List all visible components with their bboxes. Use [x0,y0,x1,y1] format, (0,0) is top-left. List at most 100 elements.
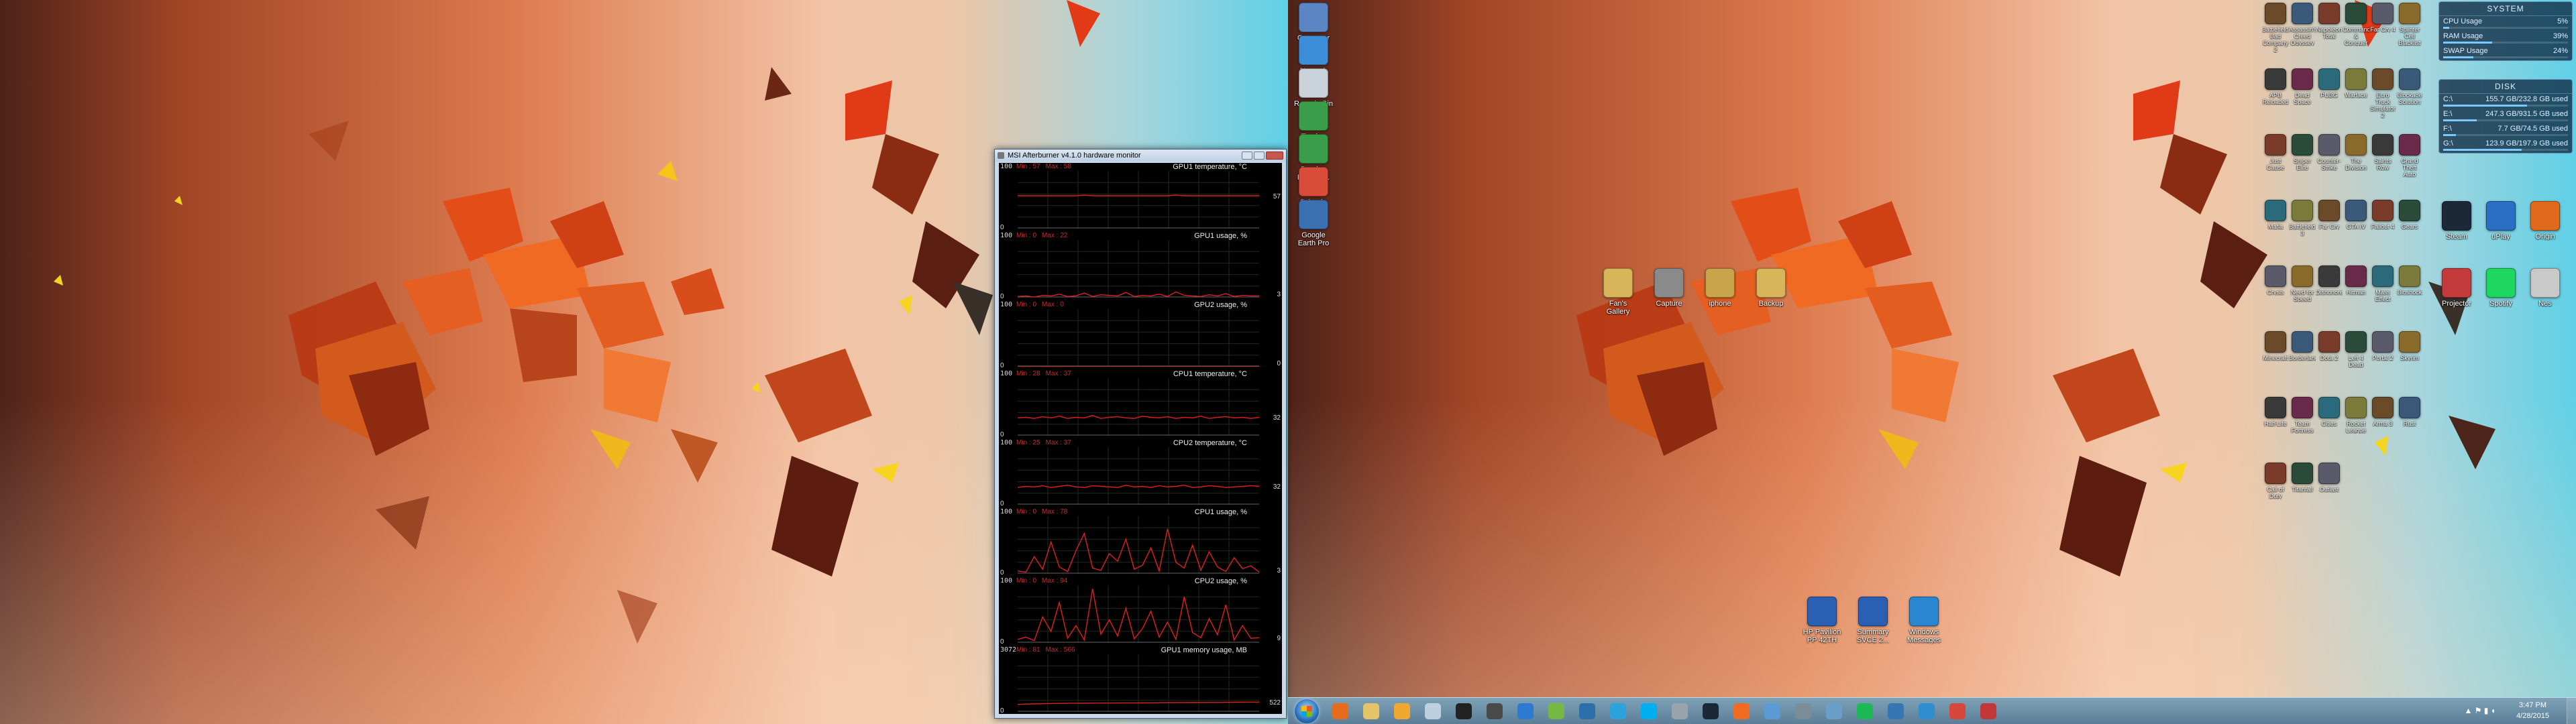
close-button[interactable] [1266,152,1283,160]
desktop-icon-projector[interactable]: Projector [2435,268,2478,308]
desktop-icon-game[interactable]: Skyrim [2396,331,2423,361]
system-tray[interactable]: ▲ ⚑ ▮ ◖ [2465,706,2496,715]
desktop-icon-game[interactable]: Assassin's Creed Odyssey [2289,3,2316,46]
graph-panel[interactable]: 100 Min : 0 Max : 94 CPU2 usage, % 9 0 [999,577,1282,646]
desktop-icon-game[interactable]: Counter-Strike [2316,134,2343,171]
taskbar-item[interactable] [1418,700,1448,723]
desktop-icon-game[interactable]: Mafia [2262,200,2289,230]
desktop-icon-game[interactable]: Arma 3 [2369,397,2396,427]
taskbar-item[interactable] [1603,700,1633,723]
taskbar-item[interactable] [1572,700,1602,723]
maximize-button[interactable] [1254,152,1265,160]
desktop-icon-game[interactable]: Bioshock [2396,265,2423,296]
desktop-icon-game[interactable]: Gears [2396,200,2423,230]
taskbar-item[interactable] [1542,700,1571,723]
desktop-icon-game[interactable]: Battlefield: Bad Company 2 [2262,3,2289,53]
desktop-icon-google-earth-pro[interactable]: Google Earth Pro [1292,200,1335,247]
monitor-graphs[interactable]: 100 Min : 57 Max : 58 GPU1 temperature, °C 5… [999,163,1282,714]
taskbar-item[interactable] [1634,700,1664,723]
taskbar-item[interactable] [1727,700,1756,723]
desktop-icon-summary-svce-2[interactable]: Summary SVCE 2... [1851,597,1894,644]
taskbar-item[interactable] [1480,700,1509,723]
desktop-icon-game[interactable]: The Division [2343,134,2369,171]
taskbar-item[interactable] [1665,700,1695,723]
graph-panel[interactable]: 3072 Min : 81 Max : 566 GPU1 memory usage, … [999,646,1282,714]
show-desktop-button[interactable] [2567,698,2576,724]
window-titlebar[interactable]: MSI Afterburner v4.1.0 hardware monitor [995,149,1286,162]
desktop-icon-game[interactable]: Grand Theft Auto [2396,134,2423,178]
desktop-icon-game[interactable]: Cities [2316,397,2343,427]
clock[interactable]: 3:47 PM 4/28/2015 [2516,700,2549,721]
desktop-icon-game[interactable]: Sniper Elite [2289,134,2316,171]
desktop-icon-game[interactable]: Euro Truck Simulator 2 [2369,68,2396,119]
desktop-icon-hp-pavilion-pp-42th[interactable]: HP Pavilion PP 42TH [1801,597,1843,644]
graph-panel[interactable]: 100 Min : 0 Max : 22 GPU1 usage, % 3 0 [999,232,1282,300]
taskbar-item[interactable] [1326,700,1355,723]
taskbar-item[interactable] [1912,700,1941,723]
desktop-icon-game[interactable]: Napoleon Total [2316,3,2343,40]
desktop-icon-game[interactable]: Saints Row [2369,134,2396,171]
desktop-icon-game[interactable]: Portal 2 [2369,331,2396,361]
desktop-icon-game[interactable]: Crysis [2262,265,2289,296]
desktop-icon-game[interactable]: Left 4 Dead [2343,331,2369,368]
desktop-icon-game[interactable]: Battlefield 3 [2289,200,2316,237]
desktop-icon-game[interactable]: Mass Effect [2369,265,2396,302]
desktop-icon-game[interactable]: Titanfall [2289,463,2316,493]
start-button[interactable] [1295,699,1319,723]
desktop-icon-game[interactable]: Rust [2396,397,2423,427]
system-gadget[interactable]: SYSTEM CPU Usage 5% RAM Usage 39% SWAP Usage… [2438,1,2573,61]
taskbar-item[interactable] [1819,700,1849,723]
taskbar-item[interactable] [1356,700,1386,723]
desktop-icon-game[interactable]: Warface [2343,68,2369,99]
desktop-icon-game[interactable]: Half-Life [2262,397,2289,427]
minimize-button[interactable] [1242,152,1252,160]
desktop-icon-game[interactable]: Blockade Solution [2396,68,2423,105]
desktop-icon-game[interactable]: Dishonored [2316,265,2343,296]
taskbar-item[interactable] [1449,700,1479,723]
taskbar-item[interactable] [1881,700,1911,723]
afterburner-window[interactable]: MSI Afterburner v4.1.0 hardware monitor … [994,149,1287,719]
desktop-icon-game[interactable]: Command & Conquer [2343,3,2369,46]
graph-panel[interactable]: 100 Min : 0 Max : 78 CPU1 usage, % 3 0 [999,508,1282,577]
taskbar-item[interactable] [1758,700,1787,723]
desktop-icon-game[interactable]: Borderlands [2289,331,2316,361]
desktop-icon-steam[interactable]: Steam [2435,201,2478,241]
desktop-icon-game[interactable]: Call of Duty [2262,463,2289,499]
graph-panel[interactable]: 100 Min : 57 Max : 58 GPU1 temperature, °C 5… [999,163,1282,231]
taskbar-item[interactable] [1511,700,1540,723]
desktop-icon-game[interactable]: PUBG [2316,68,2343,99]
desktop-icon-game[interactable]: Dead Space [2289,68,2316,105]
desktop-icon-game[interactable]: Far Cry 4 [2369,3,2396,33]
desktop-icon-game[interactable]: GTA IV [2343,200,2369,230]
taskbar-item[interactable] [1850,700,1880,723]
desktop-icon-game[interactable]: Splinter Cell Blacklist [2396,3,2423,46]
graph-panel[interactable]: 100 Min : 0 Max : 0 GPU2 usage, % 0 0 [999,301,1282,369]
desktop-icon-game[interactable]: Far Cry [2316,200,2343,230]
desktop-icon-game[interactable]: Hitman [2343,265,2369,296]
taskbar-item[interactable] [1387,700,1417,723]
taskbar-item[interactable] [1788,700,1818,723]
taskbar-item[interactable] [1974,700,2003,723]
desktop-icon-capture[interactable]: Capture [1648,268,1690,308]
desktop-icon-windows-messages[interactable]: Windows Messages [1902,597,1945,644]
desktop-icon-game[interactable]: Minecraft [2262,331,2289,361]
graph-panel[interactable]: 100 Min : 25 Max : 37 CPU2 temperature, °C 3… [999,439,1282,507]
desktop-icon-spotify[interactable]: Spotify [2479,268,2522,308]
desktop-icon-iphone[interactable]: iphone [1699,268,1741,308]
disk-gadget[interactable]: DISK C:\ 155.7 GB/232.8 GB used E:\ 247.3 G… [2438,79,2573,154]
desktop-icon-fan-s-gallery[interactable]: Fan's Gallery [1597,268,1640,316]
desktop-icon-game[interactable]: Need for Speed [2289,265,2316,302]
desktop-icon-game[interactable]: Team Fortress [2289,397,2316,434]
desktop-icon-backup[interactable]: Backup [1750,268,1792,308]
desktop-icon-game[interactable]: Rocket League [2343,397,2369,434]
desktop-icon-nes[interactable]: Nes [2524,268,2567,308]
desktop-icon-game[interactable]: Dota 2 [2316,331,2343,361]
desktop-icon-origin[interactable]: Origin [2524,201,2567,241]
desktop-icon-game[interactable]: Outlast [2316,463,2343,493]
desktop-icon-game[interactable]: Just Cause [2262,134,2289,171]
graph-panel[interactable]: 100 Min : 28 Max : 37 CPU1 temperature, °C 3… [999,370,1282,438]
desktop-icon-uplay[interactable]: uPlay [2479,201,2522,241]
desktop-icon-game[interactable]: Fallout 4 [2369,200,2396,230]
desktop-icon-game[interactable]: APB Reloaded [2262,68,2289,105]
taskbar-item[interactable] [1943,700,1972,723]
